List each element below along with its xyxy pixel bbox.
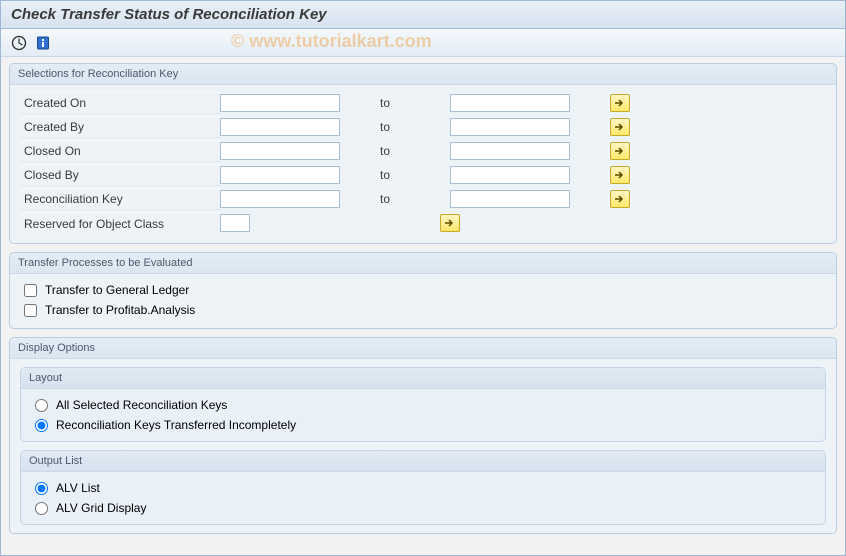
input-to[interactable] — [450, 166, 570, 184]
output-option[interactable]: ALV Grid Display — [31, 498, 815, 518]
selection-label: Closed On — [20, 140, 220, 162]
subgroup-output: Output List ALV List ALV Grid Display — [20, 450, 826, 525]
layout-option[interactable]: Reconciliation Keys Transferred Incomple… — [31, 415, 815, 435]
to-label: to — [380, 168, 450, 182]
to-label: to — [380, 96, 450, 110]
selection-label: Created By — [20, 116, 220, 138]
transfer-checkbox[interactable] — [24, 304, 37, 317]
layout-label: All Selected Reconciliation Keys — [56, 398, 227, 412]
group-transfer-body: Transfer to General Ledger Transfer to Pr… — [10, 274, 836, 328]
input-to[interactable] — [450, 94, 570, 112]
multi-select-button[interactable] — [610, 118, 630, 136]
transfer-checkbox[interactable] — [24, 284, 37, 297]
subgroup-output-body: ALV List ALV Grid Display — [21, 472, 825, 524]
input-from[interactable] — [220, 94, 340, 112]
multi-select-reserved[interactable] — [440, 214, 460, 232]
selection-row: Created On to — [20, 91, 826, 115]
input-from[interactable] — [220, 118, 340, 136]
subgroup-layout-title: Layout — [21, 368, 825, 389]
content-area: Selections for Reconciliation Key Create… — [1, 57, 845, 550]
multi-select-button[interactable] — [610, 190, 630, 208]
input-from[interactable] — [220, 190, 340, 208]
group-selections-title: Selections for Reconciliation Key — [10, 64, 836, 85]
page-title: Check Transfer Status of Reconciliation … — [11, 6, 327, 23]
row-reserved-object-class: Reserved for Object Class — [20, 211, 826, 235]
group-selections-body: Created OntoCreated BytoClosed OntoClose… — [10, 85, 836, 243]
label-reserved: Reserved for Object Class — [20, 212, 220, 234]
input-from[interactable] — [220, 142, 340, 160]
to-label: to — [380, 120, 450, 134]
layout-radio[interactable] — [35, 419, 48, 432]
group-transfer-title: Transfer Processes to be Evaluated — [10, 253, 836, 274]
output-radio[interactable] — [35, 502, 48, 515]
multi-select-button[interactable] — [610, 166, 630, 184]
selection-row: Closed On to — [20, 139, 826, 163]
input-to[interactable] — [450, 190, 570, 208]
app-window: Check Transfer Status of Reconciliation … — [0, 0, 846, 556]
transfer-label: Transfer to Profitab.Analysis — [45, 303, 195, 317]
group-display: Display Options Layout All Selected Reco… — [9, 337, 837, 534]
layout-radio[interactable] — [35, 399, 48, 412]
selection-label: Reconciliation Key — [20, 188, 220, 210]
input-from[interactable] — [220, 166, 340, 184]
multi-select-button[interactable] — [610, 94, 630, 112]
input-reserved[interactable] — [220, 214, 250, 232]
selection-row: Created By to — [20, 115, 826, 139]
selection-label: Created On — [20, 92, 220, 114]
input-to[interactable] — [450, 142, 570, 160]
transfer-label: Transfer to General Ledger — [45, 283, 189, 297]
selection-label: Closed By — [20, 164, 220, 186]
group-display-body: Layout All Selected Reconciliation Keys R… — [10, 359, 836, 533]
watermark: © www.tutorialkart.com — [231, 31, 432, 52]
to-label: to — [380, 144, 450, 158]
to-label: to — [380, 192, 450, 206]
group-transfer: Transfer Processes to be Evaluated Trans… — [9, 252, 837, 329]
transfer-option[interactable]: Transfer to General Ledger — [20, 280, 826, 300]
selection-row: Reconciliation Key to — [20, 187, 826, 211]
multi-select-button[interactable] — [610, 142, 630, 160]
output-option[interactable]: ALV List — [31, 478, 815, 498]
execute-button[interactable] — [9, 33, 29, 53]
input-to[interactable] — [450, 118, 570, 136]
output-label: ALV List — [56, 481, 100, 495]
title-bar: Check Transfer Status of Reconciliation … — [1, 1, 845, 29]
info-button[interactable] — [33, 33, 53, 53]
output-radio[interactable] — [35, 482, 48, 495]
group-selections: Selections for Reconciliation Key Create… — [9, 63, 837, 244]
toolbar: © www.tutorialkart.com — [1, 29, 845, 57]
selection-row: Closed By to — [20, 163, 826, 187]
output-label: ALV Grid Display — [56, 501, 146, 515]
layout-option[interactable]: All Selected Reconciliation Keys — [31, 395, 815, 415]
layout-label: Reconciliation Keys Transferred Incomple… — [56, 418, 296, 432]
transfer-option[interactable]: Transfer to Profitab.Analysis — [20, 300, 826, 320]
subgroup-layout-body: All Selected Reconciliation Keys Reconcil… — [21, 389, 825, 441]
subgroup-output-title: Output List — [21, 451, 825, 472]
group-display-title: Display Options — [10, 338, 836, 359]
subgroup-layout: Layout All Selected Reconciliation Keys R… — [20, 367, 826, 442]
